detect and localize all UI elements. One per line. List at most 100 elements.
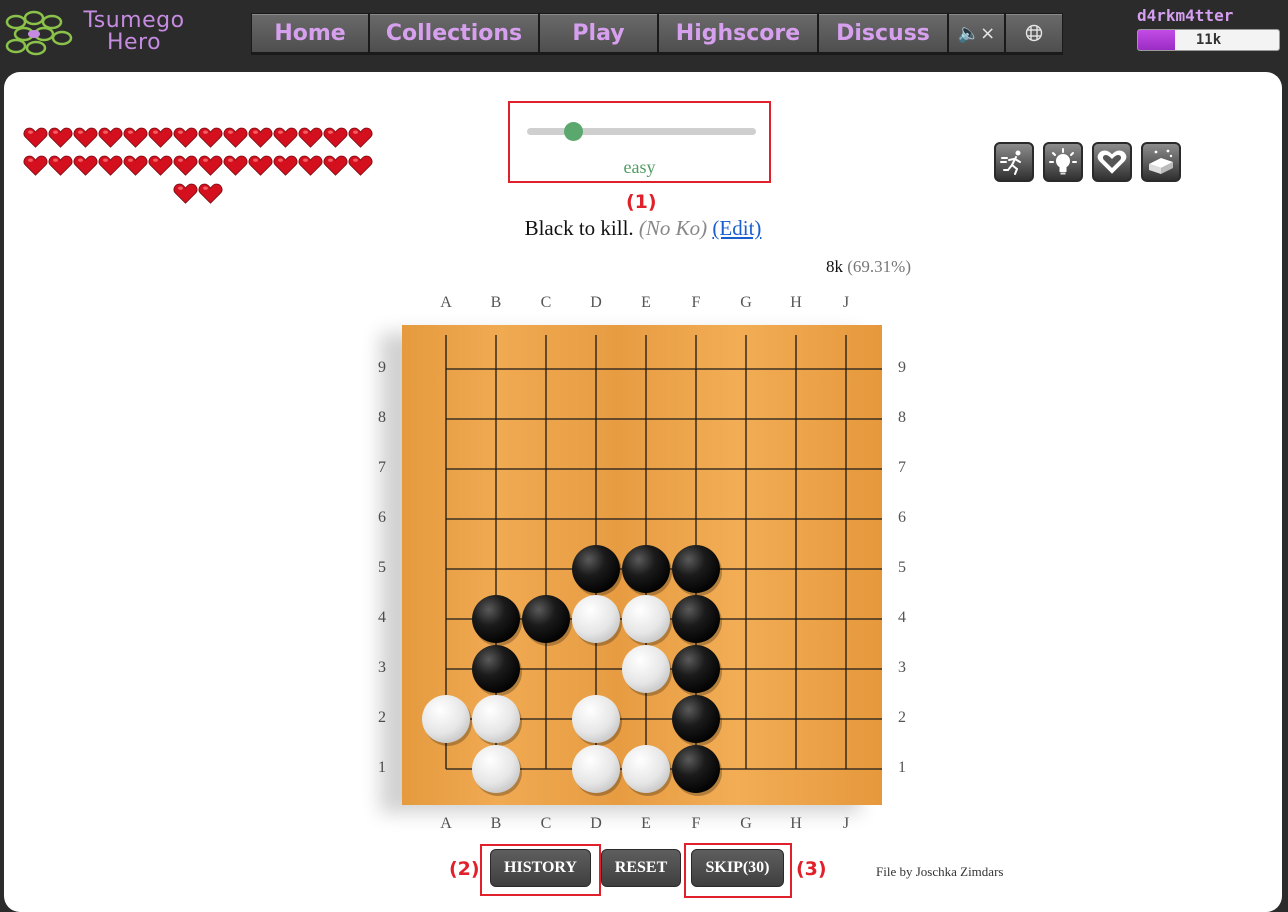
white-stone-B1	[472, 745, 520, 793]
history-button[interactable]: HISTORY	[490, 849, 591, 887]
difficulty-slider-thumb[interactable]	[563, 122, 583, 141]
column-label-bottom: A	[440, 815, 452, 832]
mute-icon[interactable]: 🔈×	[948, 13, 1005, 53]
problem-description: Black to kill. (No Ko) (Edit)	[4, 216, 1282, 241]
reset-button[interactable]: RESET	[601, 849, 681, 887]
white-stone-E3	[622, 645, 670, 693]
username[interactable]: d4rkm4tter	[1137, 7, 1280, 25]
column-label-top: A	[440, 294, 452, 311]
life-heart-icon	[323, 155, 348, 176]
life-heart-icon	[248, 127, 273, 148]
black-stone-F3	[672, 645, 720, 693]
life-heart-icon	[98, 155, 123, 176]
file-credit: File by Joschka Zimdars	[876, 864, 1004, 879]
column-label-top: E	[641, 294, 651, 311]
white-stone-E1	[622, 745, 670, 793]
life-heart-icon	[223, 155, 248, 176]
column-label-bottom: G	[740, 815, 752, 832]
tsumego-hero-logo[interactable]: Tsumego Hero	[4, 6, 194, 58]
sprint-icon[interactable]	[994, 142, 1034, 182]
white-stone-E4	[622, 595, 670, 643]
life-heart-icon	[273, 155, 298, 176]
row-label-right: 4	[898, 609, 906, 626]
hearts-display	[22, 124, 374, 208]
black-stone-E5	[622, 545, 670, 593]
white-heart-icon	[1097, 150, 1127, 174]
column-label-bottom: F	[691, 815, 701, 832]
row-label-left: 7	[378, 459, 386, 476]
life-heart-icon	[173, 127, 198, 148]
skip-button[interactable]: SKIP(30)	[691, 849, 784, 887]
row-label-left: 5	[378, 559, 386, 576]
life-heart-icon	[298, 155, 323, 176]
life-heart-icon	[48, 127, 73, 148]
column-label-top: D	[590, 294, 602, 311]
user-panel[interactable]: d4rkm4tter 11k	[1137, 7, 1280, 51]
black-stone-F2	[672, 695, 720, 743]
running-man-icon	[1000, 150, 1021, 175]
row-label-left: 8	[378, 409, 386, 426]
rank-label: 11k	[1195, 32, 1222, 48]
grid-icon	[1025, 24, 1043, 42]
difficulty-slider-box: easy	[508, 101, 771, 183]
row-label-right: 6	[898, 509, 906, 526]
column-label-bottom: D	[590, 815, 602, 832]
nav-highscore[interactable]: Highscore	[658, 13, 818, 53]
difficulty-label: easy	[623, 157, 656, 177]
main-nav: Home Collections Play Highscore Discuss …	[251, 13, 1063, 55]
rank-progress-bar: 11k	[1137, 29, 1280, 51]
board-grid-icon[interactable]	[1005, 13, 1063, 53]
life-heart-icon	[73, 155, 98, 176]
row-label-left: 9	[378, 359, 386, 376]
row-label-left: 1	[378, 759, 386, 776]
column-label-top: J	[842, 294, 850, 311]
life-heart-icon	[23, 127, 48, 148]
life-heart-icon	[98, 127, 123, 148]
rejuvenation-eraser-icon[interactable]	[1141, 142, 1181, 182]
column-label-bottom: C	[540, 815, 552, 832]
white-stone-D2	[572, 695, 620, 743]
logo-stones-icon	[5, 10, 73, 56]
column-label-bottom: H	[790, 815, 802, 832]
life-heart-icon	[148, 155, 173, 176]
life-heart-icon	[198, 127, 223, 148]
column-label-bottom: J	[842, 815, 850, 832]
life-heart-icon	[123, 127, 148, 148]
problem-instruction: Black to kill.	[524, 216, 634, 240]
problem-rank-percent: (69.31%)	[847, 257, 911, 276]
go-board[interactable]	[402, 325, 882, 805]
annotation-mark-2: (2)	[449, 858, 480, 880]
nav-discuss[interactable]: Discuss	[818, 13, 948, 53]
life-heart-icon	[198, 183, 223, 204]
nav-collections[interactable]: Collections	[369, 13, 539, 53]
row-label-right: 3	[898, 659, 906, 676]
black-stone-D5	[572, 545, 620, 593]
heart-icon[interactable]	[1092, 142, 1132, 182]
row-label-left: 3	[378, 659, 386, 676]
annotation-mark-1: (1)	[626, 191, 657, 213]
hint-lightbulb-icon[interactable]	[1043, 142, 1083, 182]
row-label-right: 9	[898, 359, 906, 376]
life-heart-icon	[23, 155, 48, 176]
nav-play[interactable]: Play	[539, 13, 658, 53]
main-panel: easy (1) Black to kill. (No Ko) (Edit) 8…	[4, 72, 1282, 912]
black-stone-B3	[472, 645, 520, 693]
logo-title-line1: Tsumego	[83, 8, 185, 33]
nav-home[interactable]: Home	[251, 13, 369, 53]
edit-link[interactable]: (Edit)	[712, 216, 761, 240]
life-heart-icon	[123, 155, 148, 176]
difficulty-slider-track[interactable]	[527, 122, 756, 141]
life-heart-icon	[348, 127, 373, 148]
column-label-bottom: B	[490, 815, 502, 832]
black-stone-F4	[672, 595, 720, 643]
life-heart-icon	[348, 155, 373, 176]
problem-rank: 8k (69.31%)	[826, 257, 911, 277]
problem-rank-value: 8k	[826, 257, 843, 276]
black-stone-B4	[472, 595, 520, 643]
go-board-canvas[interactable]	[402, 325, 882, 805]
column-label-top: G	[740, 294, 752, 311]
black-stone-F5	[672, 545, 720, 593]
row-label-right: 5	[898, 559, 906, 576]
life-heart-icon	[148, 127, 173, 148]
tool-buttons	[994, 142, 1181, 182]
